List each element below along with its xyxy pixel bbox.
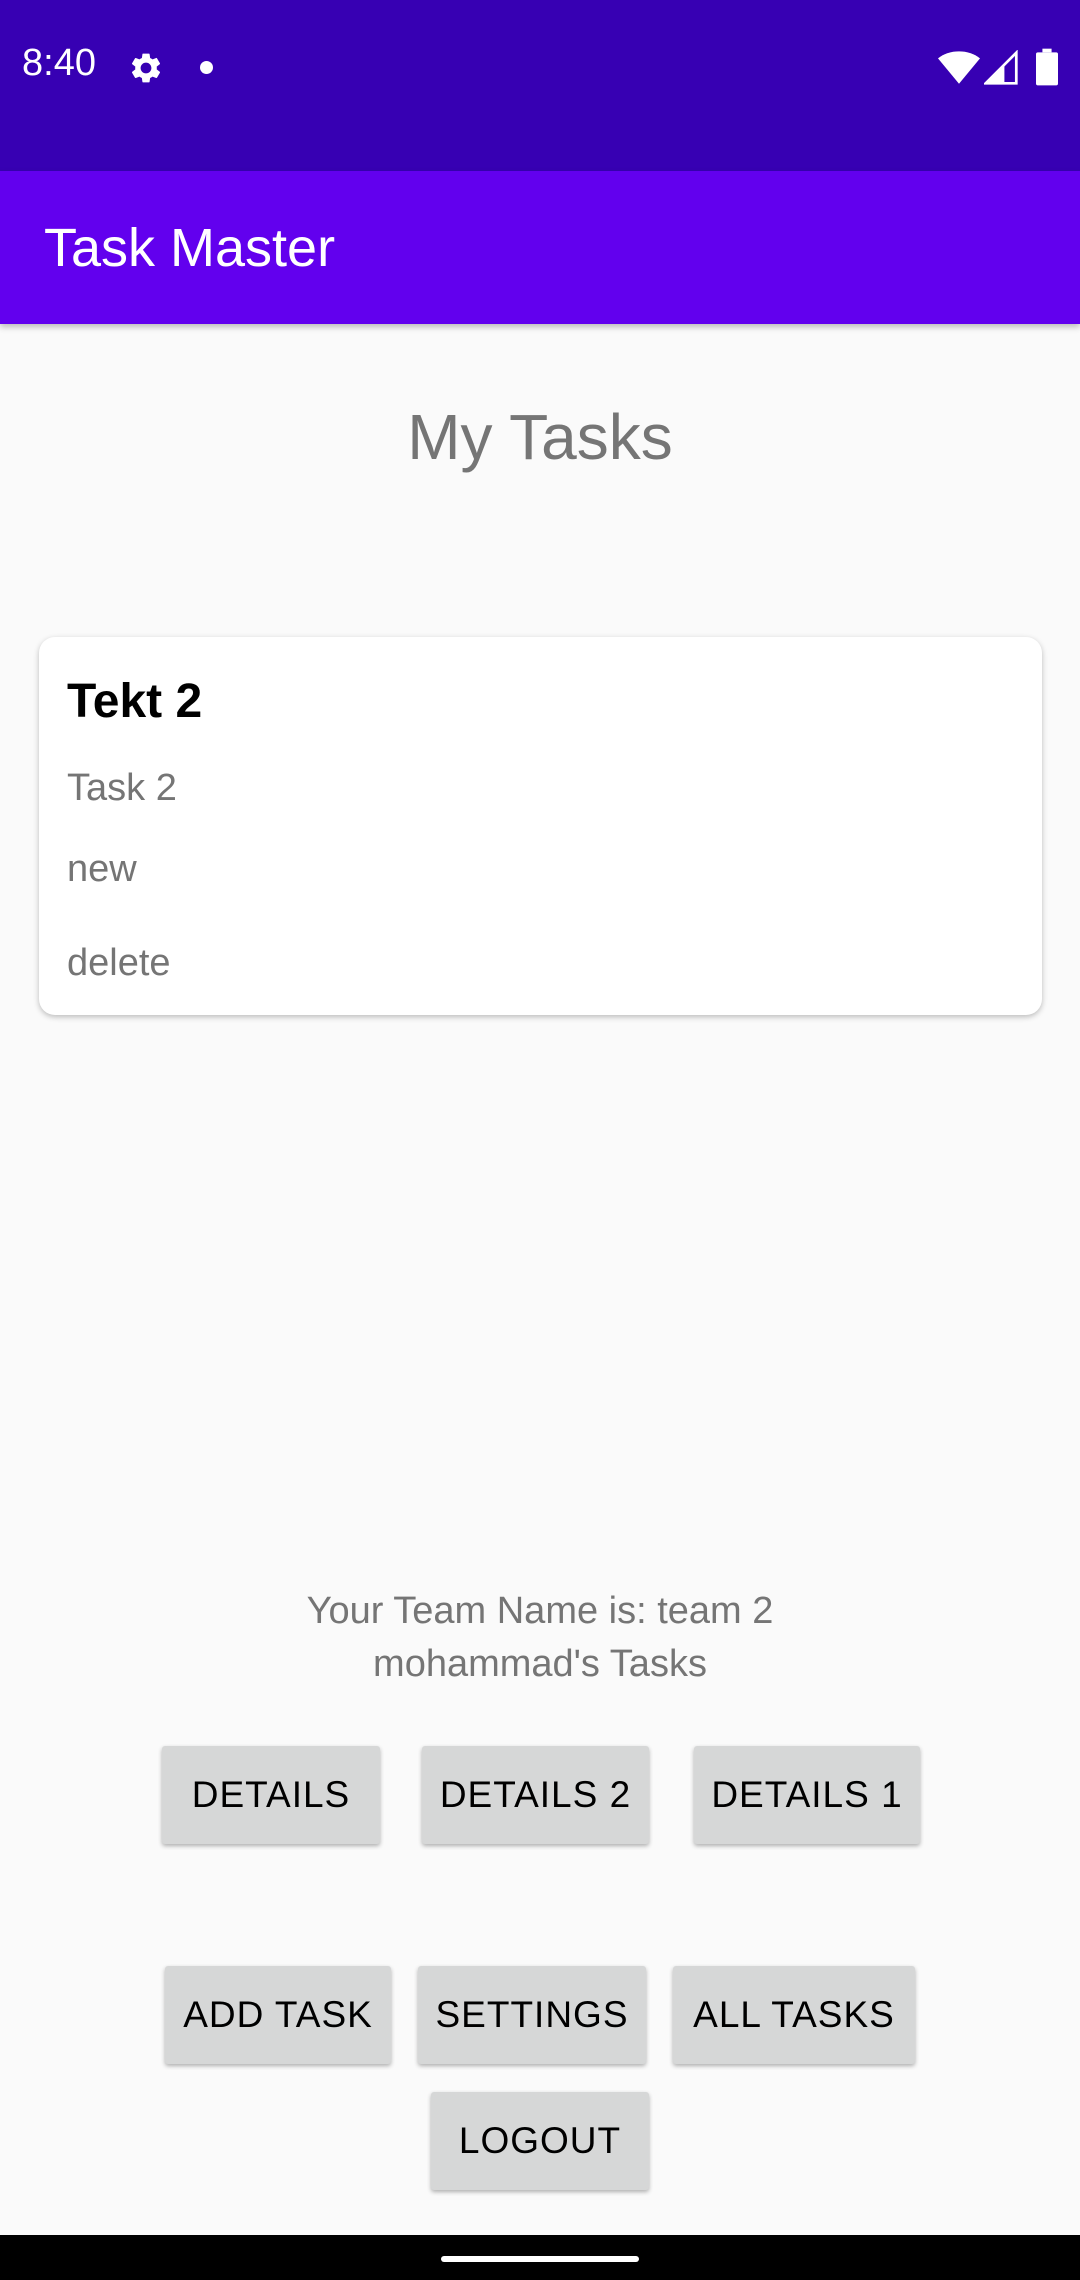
all-tasks-button[interactable]: ALL TASKS bbox=[673, 1966, 915, 2064]
home-gesture-handle[interactable] bbox=[441, 2256, 639, 2262]
details-2-button[interactable]: DETAILS 2 bbox=[422, 1746, 649, 1844]
settings-button[interactable]: SETTINGS bbox=[418, 1966, 646, 2064]
notification-dot-icon bbox=[200, 61, 213, 74]
logout-button[interactable]: LOGOUT bbox=[431, 2092, 649, 2190]
signal-icon bbox=[984, 50, 1018, 85]
gear-icon bbox=[131, 53, 161, 83]
task-title: Tekt 2 bbox=[67, 675, 203, 728]
page-title: My Tasks bbox=[407, 401, 673, 473]
team-info: Your Team Name is: team 2 mohammad's Tas… bbox=[0, 1585, 1080, 1691]
battery-icon bbox=[1036, 48, 1058, 86]
task-body: Task 2 bbox=[67, 767, 177, 809]
task-state: new bbox=[67, 848, 137, 890]
status-time: 8:40 bbox=[22, 42, 96, 84]
app-title: Task Master bbox=[44, 218, 336, 278]
add-task-button[interactable]: ADD TASK bbox=[165, 1966, 391, 2064]
team-name-text: Your Team Name is: team 2 bbox=[306, 1590, 774, 1632]
task-card[interactable]: Tekt 2 Task 2 new delete bbox=[39, 637, 1042, 1015]
details-button[interactable]: DETAILS bbox=[162, 1746, 380, 1844]
navigation-bar bbox=[0, 2235, 1080, 2280]
user-tasks-text: mohammad's Tasks bbox=[373, 1643, 707, 1685]
task-delete-button[interactable]: delete bbox=[67, 942, 171, 985]
wifi-icon bbox=[938, 51, 980, 84]
details-1-button[interactable]: DETAILS 1 bbox=[694, 1746, 920, 1844]
status-bar: 8:40 bbox=[0, 0, 1080, 171]
app-bar: Task Master bbox=[0, 171, 1080, 324]
